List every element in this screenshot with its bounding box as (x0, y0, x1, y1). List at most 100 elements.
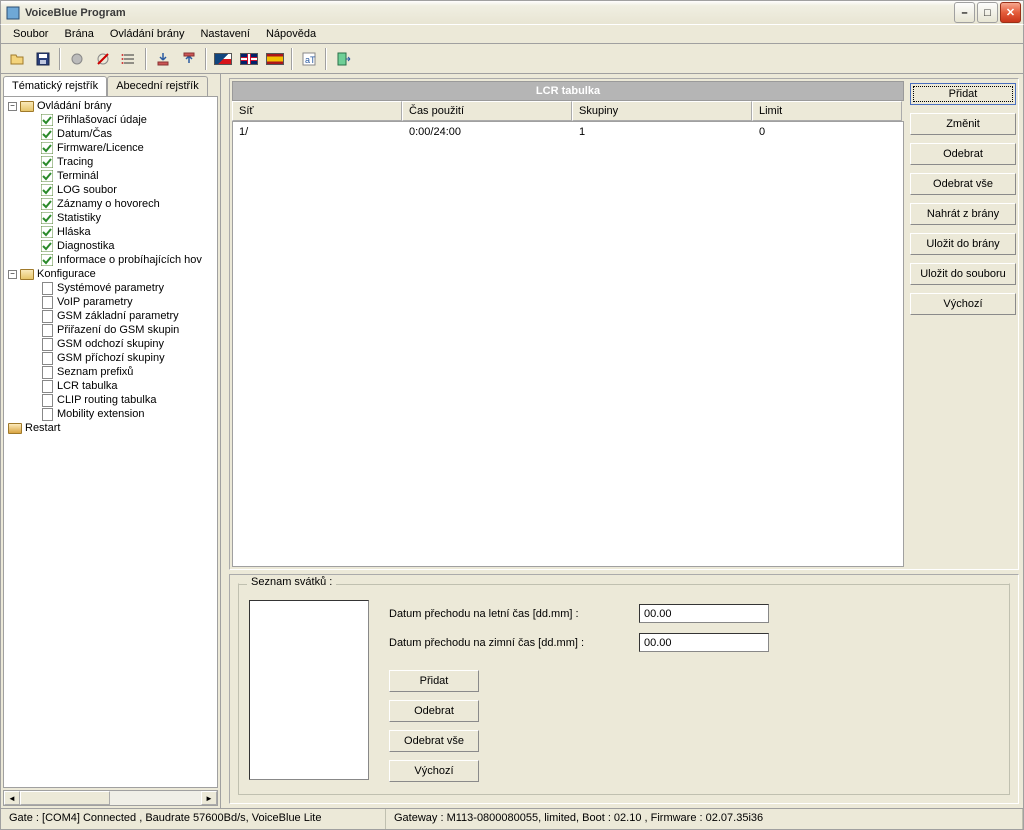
tree-item[interactable]: Přihlašovací údaje (4, 113, 217, 127)
file-icon (40, 310, 54, 322)
table-body[interactable]: 1/ 0:00/24:00 1 0 (232, 121, 904, 567)
nahrat-button[interactable]: Nahrát z brány (910, 203, 1016, 225)
tree-folder-restart[interactable]: Restart (4, 421, 217, 435)
odebrat-button[interactable]: Odebrat (910, 143, 1016, 165)
tree-label: Restart (25, 422, 60, 434)
file-icon (40, 366, 54, 378)
toolbar: aT (0, 44, 1024, 74)
download-icon[interactable] (151, 47, 175, 71)
flag-es-icon[interactable] (263, 47, 287, 71)
winter-dst-input[interactable] (639, 633, 769, 652)
table-row[interactable]: 1/ 0:00/24:00 1 0 (233, 122, 903, 142)
holiday-odebrat-vse-button[interactable]: Odebrat vše (389, 730, 479, 752)
scroll-left-icon[interactable]: ◄ (4, 791, 20, 805)
file-icon (40, 282, 54, 294)
odebrat-vse-button[interactable]: Odebrat vše (910, 173, 1016, 195)
tree-item[interactable]: CLIP routing tabulka (4, 393, 217, 407)
holiday-pridat-button[interactable]: Přidat (389, 670, 479, 692)
tree-item[interactable]: Přiřazení do GSM skupin (4, 323, 217, 337)
check-icon (40, 254, 54, 266)
tree-item[interactable]: Mobility extension (4, 407, 217, 421)
tree-item-label: Přihlašovací údaje (57, 114, 147, 126)
column-cas[interactable]: Čas použití (402, 101, 572, 121)
check-icon (40, 156, 54, 168)
maximize-button[interactable]: □ (977, 2, 998, 23)
collapse-icon[interactable]: − (8, 270, 17, 279)
ulozit-souboru-button[interactable]: Uložit do souboru (910, 263, 1016, 285)
holiday-odebrat-button[interactable]: Odebrat (389, 700, 479, 722)
tree-item[interactable]: Tracing (4, 155, 217, 169)
save-icon[interactable] (31, 47, 55, 71)
gray-circle-icon[interactable] (65, 47, 89, 71)
horizontal-scrollbar[interactable]: ◄ ► (3, 790, 218, 806)
summer-dst-label: Datum přechodu na letní čas [dd.mm] : (389, 608, 609, 620)
scroll-thumb[interactable] (20, 791, 110, 805)
folder-open-icon (20, 100, 34, 112)
app-icon (5, 5, 21, 21)
tree-item[interactable]: Záznamy o hovorech (4, 197, 217, 211)
check-icon (40, 240, 54, 252)
column-limit[interactable]: Limit (752, 101, 902, 121)
column-skupiny[interactable]: Skupiny (572, 101, 752, 121)
tree-item-label: Seznam prefixů (57, 366, 133, 378)
tab-alphabetic[interactable]: Abecední rejstřík (107, 76, 208, 96)
tree-item-label: CLIP routing tabulka (57, 394, 156, 406)
tree-item[interactable]: Informace o probíhajících hov (4, 253, 217, 267)
tree-item-label: VoIP parametry (57, 296, 133, 308)
tree-item[interactable]: LOG soubor (4, 183, 217, 197)
list-icon[interactable] (117, 47, 141, 71)
tree-item[interactable]: Diagnostika (4, 239, 217, 253)
tree-item-label: LOG soubor (57, 184, 117, 196)
tree-item-label: Diagnostika (57, 240, 114, 252)
tree-folder-ovladani[interactable]: − Ovládání brány (4, 99, 217, 113)
tree-folder-konfigurace[interactable]: − Konfigurace (4, 267, 217, 281)
tree-item[interactable]: Firmware/Licence (4, 141, 217, 155)
at-icon[interactable]: aT (297, 47, 321, 71)
summer-dst-input[interactable] (639, 604, 769, 623)
close-button[interactable]: ✕ (1000, 2, 1021, 23)
menu-ovladani[interactable]: Ovládání brány (102, 26, 193, 42)
disconnect-icon[interactable] (91, 47, 115, 71)
flag-cz-icon[interactable] (211, 47, 235, 71)
tree-item[interactable]: VoIP parametry (4, 295, 217, 309)
tree-item[interactable]: Seznam prefixů (4, 365, 217, 379)
scroll-track[interactable] (110, 791, 201, 805)
scroll-right-icon[interactable]: ► (201, 791, 217, 805)
cell-limit: 0 (753, 124, 903, 140)
upload-icon[interactable] (177, 47, 201, 71)
holiday-vychozi-button[interactable]: Výchozí (389, 760, 479, 782)
vychozi-button[interactable]: Výchozí (910, 293, 1016, 315)
toolbar-separator (205, 48, 207, 70)
menu-nastaveni[interactable]: Nastavení (192, 26, 258, 42)
tab-thematic[interactable]: Tématický rejstřík (3, 76, 107, 96)
menu-brana[interactable]: Brána (56, 26, 101, 42)
tree-item[interactable]: GSM základní parametry (4, 309, 217, 323)
holiday-listbox[interactable] (249, 600, 369, 780)
zmenit-button[interactable]: Změnit (910, 113, 1016, 135)
tree-item[interactable]: Statistiky (4, 211, 217, 225)
tree-item[interactable]: Hláska (4, 225, 217, 239)
menu-napoveda[interactable]: Nápověda (258, 26, 324, 42)
tree-item-label: Terminál (57, 170, 99, 182)
tree-item-label: Záznamy o hovorech (57, 198, 160, 210)
menu-soubor[interactable]: Soubor (5, 26, 56, 42)
flag-uk-icon[interactable] (237, 47, 261, 71)
winter-dst-label: Datum přechodu na zimní čas [dd.mm] : (389, 637, 609, 649)
open-icon[interactable] (5, 47, 29, 71)
tree-view[interactable]: − Ovládání brány Přihlašovací údajeDatum… (3, 96, 218, 788)
minimize-button[interactable]: – (954, 2, 975, 23)
tree-item[interactable]: Datum/Čas (4, 127, 217, 141)
tree-item[interactable]: LCR tabulka (4, 379, 217, 393)
collapse-icon[interactable]: − (8, 102, 17, 111)
column-sit[interactable]: Síť (232, 101, 402, 121)
tree-item[interactable]: Systémové parametry (4, 281, 217, 295)
pridat-button[interactable]: Přidat (910, 83, 1016, 105)
tree-item-label: Hláska (57, 226, 91, 238)
tree-item[interactable]: Terminál (4, 169, 217, 183)
ulozit-brany-button[interactable]: Uložit do brány (910, 233, 1016, 255)
exit-icon[interactable] (331, 47, 355, 71)
tree-item-label: Přiřazení do GSM skupin (57, 324, 179, 336)
title-bar: VoiceBlue Program – □ ✕ (0, 0, 1024, 24)
tree-item[interactable]: GSM odchozí skupiny (4, 337, 217, 351)
tree-item[interactable]: GSM příchozí skupiny (4, 351, 217, 365)
